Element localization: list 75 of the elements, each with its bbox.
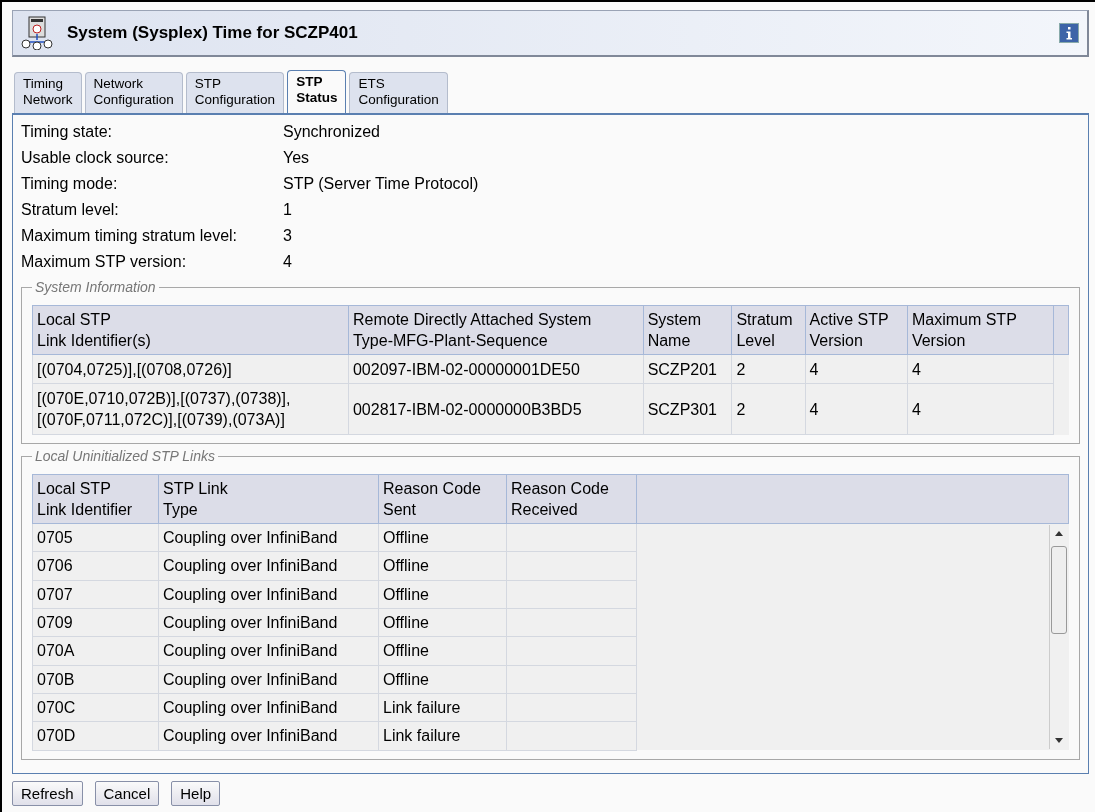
table-cell: Offline xyxy=(378,608,507,637)
table-cell: Coupling over InfiniBand xyxy=(158,693,379,722)
tab[interactable]: ETS Configuration xyxy=(349,72,448,113)
field-value: 1 xyxy=(283,201,292,219)
tab[interactable]: Timing Network xyxy=(14,72,82,113)
table-cell: 2 xyxy=(731,383,805,435)
column-header[interactable]: System Name xyxy=(643,305,732,355)
info-icon[interactable] xyxy=(1059,23,1079,43)
table-cell: SCZP301 xyxy=(643,383,732,435)
table-cell: SCZP201 xyxy=(643,354,732,384)
table-cell: Offline xyxy=(378,523,507,552)
field-label: Usable clock source: xyxy=(21,149,170,167)
table-cell: 4 xyxy=(805,354,908,384)
field-value: Yes xyxy=(283,149,310,167)
table-cell: Coupling over InfiniBand xyxy=(158,665,379,694)
field-label: Timing state: xyxy=(21,123,113,141)
field-value: Synchronized xyxy=(283,123,380,141)
field-label: Maximum timing stratum level: xyxy=(21,227,239,245)
dialog-button[interactable]: Cancel xyxy=(94,781,160,806)
field-value: 3 xyxy=(283,227,292,245)
table-cell: 070B xyxy=(32,665,159,694)
field-label: Stratum level: xyxy=(21,201,120,219)
table-cell: 0705 xyxy=(32,523,159,552)
field-value: 4 xyxy=(283,253,292,271)
table-cell: Offline xyxy=(378,551,507,581)
field-label: Maximum STP version: xyxy=(21,253,188,271)
table-cell: Coupling over InfiniBand xyxy=(158,721,379,750)
scroll-thumb[interactable] xyxy=(1050,546,1067,634)
table-cell: Offline xyxy=(378,636,507,666)
table-cell: Coupling over InfiniBand xyxy=(158,523,379,552)
column-header[interactable]: Remote Directly Attached System Type-MFG-Plant-Sequence xyxy=(348,305,644,355)
column-header[interactable]: STP Link Type xyxy=(158,474,379,524)
table-cell: Link failure xyxy=(378,693,507,722)
table-cell: 070A xyxy=(32,636,159,666)
table-cell: Coupling over InfiniBand xyxy=(158,608,379,637)
tab[interactable]: STP Status xyxy=(287,70,347,114)
table-cell: 002817-IBM-02-0000000B3BD5 xyxy=(348,383,644,435)
group-title: Local Uninitialized STP Links xyxy=(34,448,216,464)
column-header[interactable]: Reason Code Sent xyxy=(378,474,507,524)
table-cell: Coupling over InfiniBand xyxy=(158,551,379,581)
table-cell: 070C xyxy=(32,693,159,722)
column-header[interactable]: Active STP Version xyxy=(805,305,908,355)
window-title: System (Sysplex) Time for SCZP401 xyxy=(67,23,359,43)
table-cell: 2 xyxy=(731,354,805,384)
column-header[interactable]: Stratum Level xyxy=(731,305,805,355)
scroll-down-icon[interactable] xyxy=(1054,738,1063,743)
table-cell: Offline xyxy=(378,580,507,609)
table-cell: 0709 xyxy=(32,608,159,637)
tab[interactable]: Network Configuration xyxy=(84,72,183,113)
table-cell: 070D xyxy=(32,721,159,750)
scroll-up-icon[interactable] xyxy=(1054,531,1063,536)
table-cell: Coupling over InfiniBand xyxy=(158,580,379,609)
table-cell: 4 xyxy=(907,383,1054,435)
column-header[interactable]: Local STP Link Identifier(s) xyxy=(32,305,349,355)
table-cell: 002097-IBM-02-00000001DE50 xyxy=(348,354,644,384)
table-cell: 4 xyxy=(907,354,1054,384)
column-header[interactable]: Reason Code Received xyxy=(506,474,637,524)
column-header[interactable]: Maximum STP Version xyxy=(907,305,1054,355)
table-cell: 0707 xyxy=(32,580,159,609)
column-header[interactable]: Local STP Link Identifier xyxy=(32,474,159,524)
table-cell: [(070E,0710,072B)],[(0737),(0738)], [(070F,0711,072C)],[(0739),(073A)] xyxy=(32,383,349,435)
table-cell: Coupling over InfiniBand xyxy=(158,636,379,666)
clock-network-icon xyxy=(21,16,53,50)
table-cell: [(0704,0725)],[(0708,0726)] xyxy=(32,354,349,384)
dialog-button[interactable]: Help xyxy=(171,781,221,806)
table-cell: 4 xyxy=(805,383,908,435)
group-title: System Information xyxy=(34,279,157,295)
tab[interactable]: STP Configuration xyxy=(185,72,285,113)
scrollbar[interactable] xyxy=(1048,525,1068,749)
table-cell: Link failure xyxy=(378,721,507,750)
table-cell: 0706 xyxy=(32,551,159,581)
table-cell: Offline xyxy=(378,665,507,694)
field-value: STP (Server Time Protocol) xyxy=(283,175,479,193)
field-label: Timing mode: xyxy=(21,175,119,193)
dialog-button[interactable]: Refresh xyxy=(12,781,83,806)
